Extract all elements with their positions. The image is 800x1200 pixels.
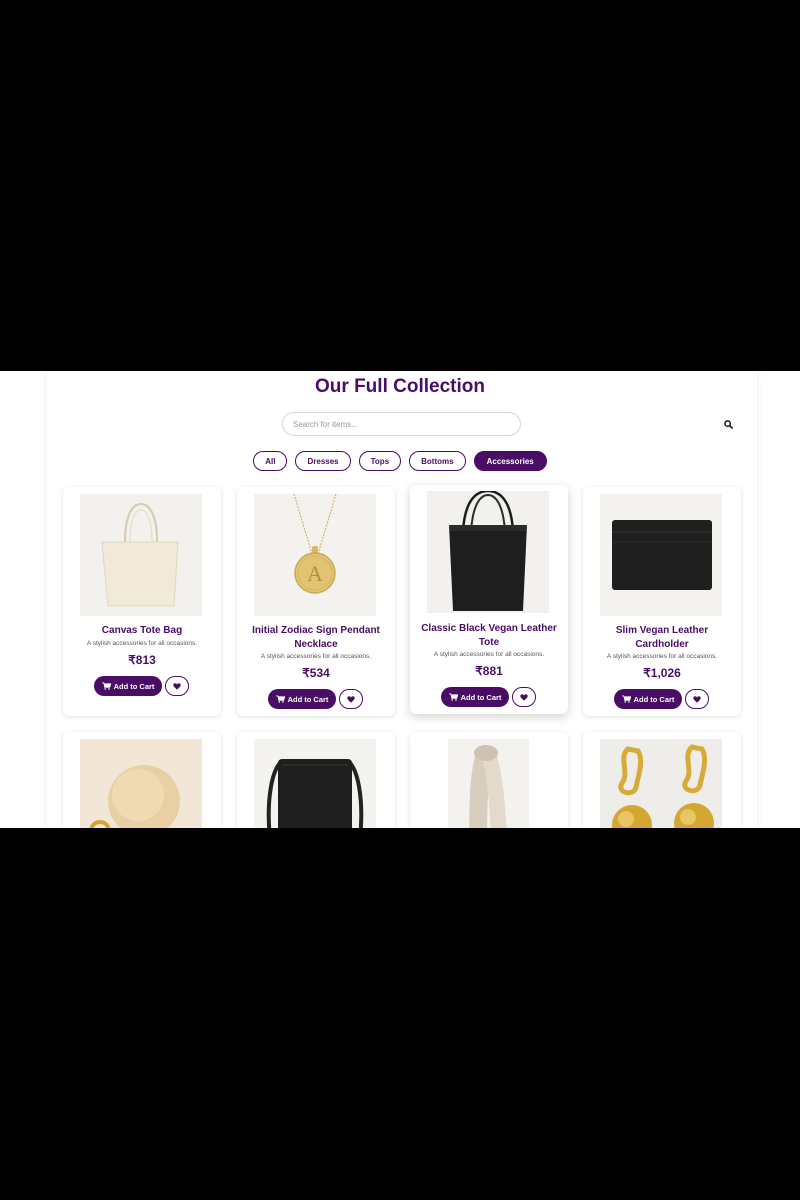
wishlist-button[interactable] [685,689,709,709]
search-icon [723,419,733,429]
add-to-cart-label: Add to Cart [633,694,675,704]
add-to-cart-button[interactable]: Add to Cart [94,676,162,696]
add-to-cart-label: Add to Cart [460,692,502,702]
product-description: A stylish accessories for all occasions. [606,653,718,660]
product-price: ₹813 [128,653,156,667]
add-to-cart-button[interactable]: Add to Cart [441,687,509,707]
product-card[interactable] [410,732,568,828]
filter-all[interactable]: All [253,451,288,471]
cart-icon [275,695,285,703]
heart-icon [693,695,701,703]
filter-tops[interactable]: Tops [358,451,402,471]
product-image-gold-earrings [600,739,722,828]
add-to-cart-label: Add to Cart [113,681,155,691]
wishlist-button[interactable] [512,687,536,707]
product-image-crossbody-bag [254,739,376,828]
product-card[interactable]: Slim Vegan Leather Cardholder A stylish … [583,487,741,716]
product-image-zodiac-necklace: A [254,494,376,616]
product-image-black-tote [427,491,549,613]
add-to-cart-button[interactable]: Add to Cart [268,689,336,709]
filter-accessories[interactable]: Accessories [473,451,547,471]
svg-text:A: A [307,561,323,586]
product-image-cardholder [600,494,722,616]
cart-icon [448,693,458,701]
product-card[interactable]: Canvas Tote Bag A stylish accessories fo… [63,487,221,716]
product-name[interactable]: Canvas Tote Bag [71,624,213,638]
add-to-cart-label: Add to Cart [287,694,329,704]
product-price: ₹881 [475,664,503,678]
heart-icon [347,695,355,703]
filter-dresses[interactable]: Dresses [295,451,351,471]
product-description: A stylish accessories for all occasions. [86,640,198,647]
wishlist-button[interactable] [165,676,189,696]
wishlist-button[interactable] [339,689,363,709]
product-card[interactable]: Classic Black Vegan Leather Tote A styli… [410,485,568,714]
add-to-cart-button[interactable]: Add to Cart [614,689,682,709]
page-title: Our Full Collection [315,376,485,397]
product-image-scarf [448,739,529,828]
product-card[interactable]: A Initial Zodiac Sign Pendant Necklace A… [237,487,395,716]
product-description: A stylish accessories for all occasions. [433,651,545,658]
product-card[interactable] [63,732,221,828]
category-filters: All Dresses Tops Bottoms Accessories [0,451,800,471]
product-description: A stylish accessories for all occasions. [260,653,372,660]
product-image-canvas-tote [80,494,202,616]
product-name[interactable]: Initial Zodiac Sign Pendant Necklace [245,624,387,651]
product-image-pom-pom-keychain [80,739,202,828]
heart-icon [173,682,181,690]
product-price: ₹534 [302,666,330,680]
search-button[interactable] [720,417,736,431]
product-name[interactable]: Slim Vegan Leather Cardholder [591,624,733,651]
page-viewport: Our Full Collection All Dresses Tops Bot… [0,371,800,828]
heart-icon [520,693,528,701]
product-name[interactable]: Classic Black Vegan Leather Tote [418,622,560,649]
cart-icon [101,682,111,690]
filter-bottoms[interactable]: Bottoms [409,451,466,471]
product-price: ₹1,026 [643,666,681,680]
product-card[interactable] [237,732,395,828]
product-card[interactable] [583,732,741,828]
search-input[interactable] [282,412,521,436]
cart-icon [621,695,631,703]
